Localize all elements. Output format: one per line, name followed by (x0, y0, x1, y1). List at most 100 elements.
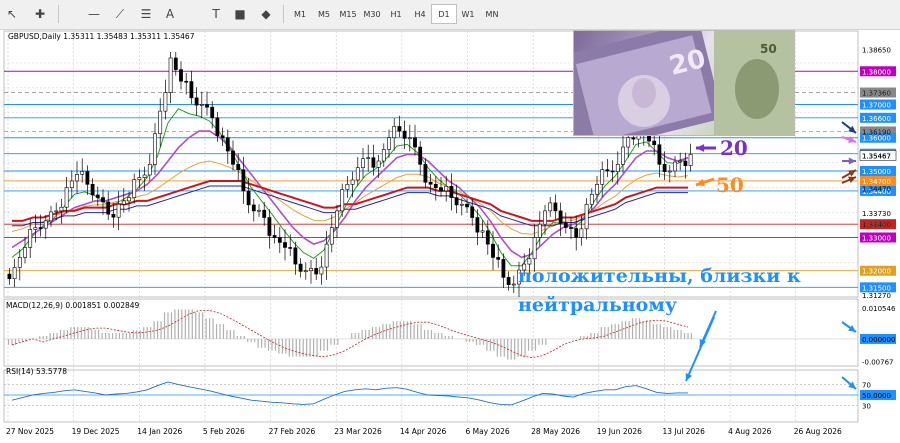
tf-m5[interactable]: M5 (311, 4, 337, 24)
candle-body (101, 197, 105, 203)
rsi-line (11, 381, 688, 406)
level-tag-label: 1.38000 (862, 68, 891, 76)
rsi-y-label: 30 (862, 402, 871, 410)
tf-m15[interactable]: M15 (335, 4, 361, 24)
candle-body (673, 161, 677, 172)
candle-body (127, 197, 131, 202)
tf-h1[interactable]: H1 (383, 4, 409, 24)
tf-d1[interactable]: D1 (431, 4, 457, 24)
candle-body (543, 210, 547, 225)
candle-body (449, 185, 454, 198)
candle-body (319, 266, 324, 275)
candle-body (371, 157, 376, 168)
candle-body (324, 243, 329, 268)
candle-body (459, 203, 464, 206)
x-tick-label: 28 May 2026 (531, 427, 580, 436)
text-icon[interactable]: A (160, 4, 180, 24)
candle-body (688, 154, 693, 166)
tf-m1[interactable]: M1 (287, 4, 313, 24)
rsi-title: RSI(14) 53.5778 (6, 367, 67, 376)
level-arrow-purple-head (848, 157, 856, 165)
candle-body (199, 104, 204, 106)
candle-body (329, 227, 334, 245)
x-tick-label: 13 Jul 2026 (662, 427, 705, 436)
candle-body (194, 97, 199, 106)
candle-body (423, 164, 428, 183)
candle-body (64, 187, 69, 208)
candle-body (137, 177, 142, 180)
rsi-pane (4, 381, 896, 406)
candle-body (147, 164, 152, 176)
trendline-icon[interactable]: ⟋ (110, 4, 130, 24)
candle-body (215, 117, 220, 137)
candle-body (626, 137, 631, 148)
candle-body (262, 209, 267, 218)
tf-h4[interactable]: H4 (407, 4, 433, 24)
candle-body (225, 137, 230, 152)
level-tag-label: 1.35000 (862, 168, 891, 176)
candle-body (496, 257, 501, 260)
candle-body (615, 164, 620, 172)
label-icon[interactable]: T (206, 4, 226, 24)
candle-body (569, 227, 573, 229)
macd-y-label: -0.00767 (862, 359, 893, 367)
toolbar-separator (58, 5, 59, 23)
candle-body (444, 185, 449, 192)
x-tick-label: 26 Aug 2026 (794, 427, 842, 436)
rectangle-icon[interactable]: ■ (230, 4, 250, 24)
candle-body (610, 170, 615, 173)
candle-body (168, 57, 173, 93)
candle-body (90, 183, 95, 196)
svg-text:50: 50 (760, 42, 777, 56)
candle-body (272, 235, 277, 238)
x-tick-label: 23 Mar 2026 (334, 427, 382, 436)
candle-body (537, 223, 542, 238)
ma20-label: 20 (720, 136, 748, 160)
tf-mn[interactable]: MN (479, 4, 505, 24)
chart-area[interactable]: 1.38000 1.37360 1.37000 1.36600 1.36190 1.360… (0, 29, 900, 439)
candle-body (678, 160, 683, 163)
candle-body (163, 92, 168, 112)
candle-body (480, 230, 485, 233)
ma20-arrow-head (696, 144, 705, 152)
tf-w1[interactable]: W1 (455, 4, 481, 24)
candle-body (231, 150, 235, 165)
candle-body (589, 193, 594, 205)
y-tick-label: 1.31270 (862, 292, 891, 300)
y-tick-label: 1.38650 (862, 47, 891, 55)
candle-body (106, 201, 111, 215)
candle-body (220, 135, 225, 139)
candle-body (189, 81, 194, 99)
candle-body (80, 171, 85, 175)
shapes-icon[interactable]: ◆ (256, 4, 276, 24)
cursor-icon[interactable]: ↖ (2, 4, 22, 24)
candle-body (28, 229, 33, 248)
candle-body (470, 206, 475, 218)
y-tick-label: 1.35467 (862, 152, 891, 160)
candle-body (366, 157, 371, 159)
channel-icon[interactable]: ☰ (136, 4, 156, 24)
candle-body (257, 209, 261, 212)
candle-body (667, 170, 672, 173)
y-tick-label: 1.36190 (862, 128, 891, 136)
x-tick-label: 27 Feb 2026 (269, 427, 316, 436)
candle-body (465, 203, 469, 208)
candle-body (179, 69, 183, 82)
candle-body (475, 217, 480, 233)
tf-m30[interactable]: M30 (359, 4, 385, 24)
candle-body (142, 174, 147, 178)
hline-icon[interactable]: — (84, 4, 104, 24)
candle-body (418, 146, 423, 165)
candle-body (132, 179, 137, 198)
candle-body (298, 263, 303, 272)
candle-body (392, 126, 397, 139)
candle-body (283, 242, 287, 248)
macd-y-label: 0.000000 (862, 336, 895, 344)
candle-body (621, 146, 625, 165)
candle-body (662, 164, 667, 172)
level-arrow-pink-head (848, 136, 856, 143)
candle-body (563, 222, 568, 228)
candle-body (511, 283, 516, 286)
candle-body (548, 202, 553, 212)
crosshair-icon[interactable]: ✚ (30, 4, 50, 24)
